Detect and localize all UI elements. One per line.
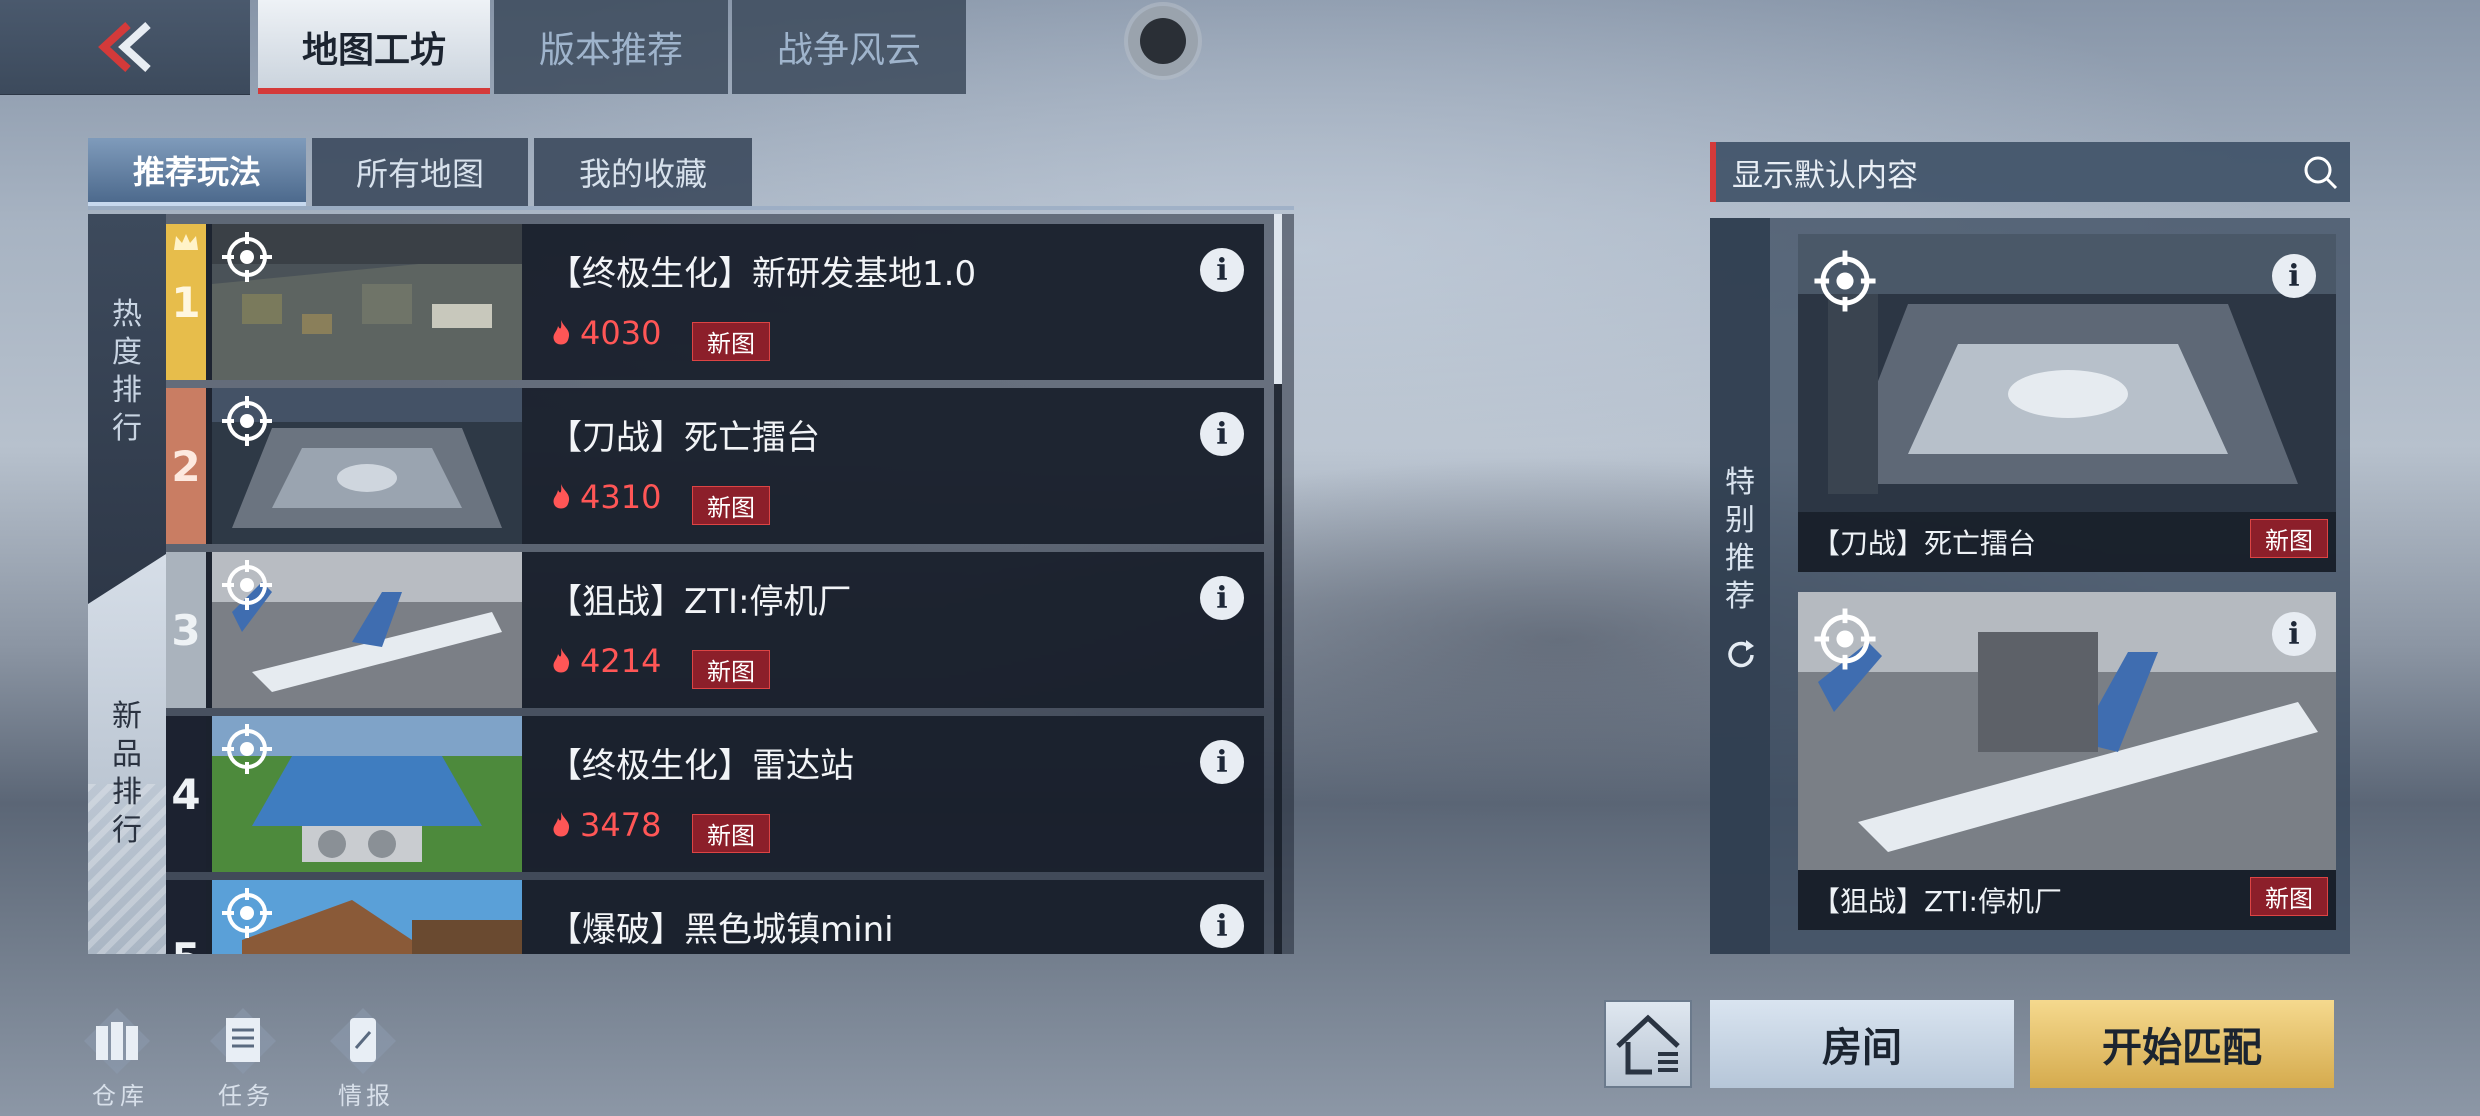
map-title: 【刀战】死亡擂台 (548, 418, 820, 458)
new-map-badge: 新图 (692, 650, 770, 689)
fire-icon (553, 320, 570, 345)
info-icon[interactable]: i (1200, 412, 1244, 456)
map-list-item[interactable]: 4 【终极生化】雷达站 3478 新图 i (166, 716, 1264, 872)
map-title: 【终极生化】雷达站 (548, 746, 854, 786)
map-title: 【爆破】黑色城镇mini (548, 910, 894, 950)
info-icon[interactable]: i (1200, 904, 1244, 948)
target-icon (222, 560, 272, 610)
tab-map-workshop[interactable]: 地图工坊 (258, 0, 490, 94)
tab-label: 战争风云 (776, 30, 921, 71)
new-map-badge: 新图 (2250, 877, 2328, 916)
recommend-label: 特别推荐 (1725, 465, 1755, 614)
special-recommend-panel: 特别推荐 i 【刀战】死亡擂台 新图 i 【狙战】ZTI:停机厂 新图 (1710, 218, 2350, 954)
card-thumbnail (1798, 592, 2336, 870)
map-list-item[interactable]: 3 【狙战】ZTI:停机厂 4214 新图 i (166, 552, 1264, 708)
nav-tasks[interactable]: 任务 (186, 1006, 306, 1110)
scroll-thumb[interactable] (1274, 214, 1282, 384)
subtab-recommended[interactable]: 推荐玩法 (88, 138, 306, 206)
home-list-icon (1616, 1014, 1680, 1075)
info-icon[interactable]: i (2272, 612, 2316, 656)
subtab-favorites[interactable]: 我的收藏 (534, 138, 752, 206)
room-button[interactable]: 房间 (1710, 1000, 2014, 1088)
target-icon (1814, 250, 1876, 312)
side-tab-new-label: 新品排行 (112, 699, 142, 848)
subtab-label: 推荐玩法 (132, 153, 261, 191)
nav-intel[interactable]: 情报 (306, 1006, 426, 1110)
list-scrollbar[interactable] (1274, 214, 1282, 954)
map-list-item[interactable]: 2 【刀战】死亡擂台 4310 新图 i (166, 388, 1264, 544)
refresh-icon[interactable] (1724, 638, 1758, 672)
rank-number: 5 (166, 880, 206, 954)
task-list-icon (210, 1008, 276, 1074)
target-icon (222, 724, 272, 774)
search-placeholder: 显示默认内容 (1732, 157, 1918, 194)
search-icon[interactable] (2302, 154, 2338, 190)
tab-war-news[interactable]: 战争风云 (732, 0, 966, 94)
info-icon[interactable]: i (2272, 254, 2316, 298)
rank-number: 2 (166, 388, 206, 544)
heat-value: 4214 (548, 642, 661, 680)
new-map-badge: 新图 (692, 322, 770, 361)
fire-icon (553, 484, 570, 509)
card-title: 【狙战】ZTI:停机厂 (1812, 885, 2062, 918)
intel-phone-icon (330, 1008, 396, 1074)
recommend-card[interactable]: i 【刀战】死亡擂台 新图 (1798, 234, 2336, 572)
card-thumbnail (1798, 234, 2336, 512)
back-chevron-icon (98, 22, 151, 72)
heat-value: 4310 (548, 478, 661, 516)
nav-label: 情报 (338, 1082, 394, 1110)
nav-label: 任务 (218, 1082, 274, 1110)
target-icon (1814, 608, 1876, 670)
home-button[interactable] (1604, 1000, 1692, 1088)
record-button[interactable] (1128, 6, 1198, 76)
fire-icon (553, 812, 570, 837)
card-title: 【刀战】死亡擂台 (1812, 527, 2037, 560)
nav-label: 仓库 (92, 1082, 148, 1110)
target-icon (222, 888, 272, 938)
heat-value: 4030 (548, 314, 661, 352)
target-icon (222, 396, 272, 446)
subtab-underline (88, 206, 1294, 210)
fire-icon (553, 648, 570, 673)
map-title: 【狙战】ZTI:停机厂 (548, 582, 852, 622)
subtab-label: 所有地图 (355, 155, 484, 193)
crown-icon (174, 234, 198, 250)
tab-label: 版本推荐 (538, 30, 683, 71)
warehouse-icon (84, 1008, 150, 1074)
rank-number: 3 (166, 552, 206, 708)
new-map-badge: 新图 (692, 814, 770, 853)
back-button[interactable] (0, 0, 250, 95)
side-tab-hot-label: 热度排行 (112, 297, 142, 446)
heat-value: 3478 (548, 806, 661, 844)
map-list-item[interactable]: 5 【爆破】黑色城镇mini i (166, 880, 1264, 954)
rank-number: 4 (166, 716, 206, 872)
tab-version-recommend[interactable]: 版本推荐 (494, 0, 728, 94)
subtab-label: 我的收藏 (578, 155, 707, 193)
new-map-badge: 新图 (692, 486, 770, 525)
info-icon[interactable]: i (1200, 740, 1244, 784)
start-match-button[interactable]: 开始匹配 (2030, 1000, 2334, 1088)
recommend-card[interactable]: i 【狙战】ZTI:停机厂 新图 (1798, 592, 2336, 930)
new-map-badge: 新图 (2250, 519, 2328, 558)
info-icon[interactable]: i (1200, 248, 1244, 292)
nav-warehouse[interactable]: 仓库 (60, 1006, 180, 1110)
map-list-item[interactable]: 1 【终极生化】新研发基地1.0 4030 新图 i (166, 224, 1264, 380)
tab-label: 地图工坊 (301, 30, 446, 71)
target-icon (222, 232, 272, 282)
map-title: 【终极生化】新研发基地1.0 (548, 254, 977, 294)
subtab-all-maps[interactable]: 所有地图 (312, 138, 528, 206)
info-icon[interactable]: i (1200, 576, 1244, 620)
search-input[interactable]: 显示默认内容 (1710, 142, 2350, 202)
